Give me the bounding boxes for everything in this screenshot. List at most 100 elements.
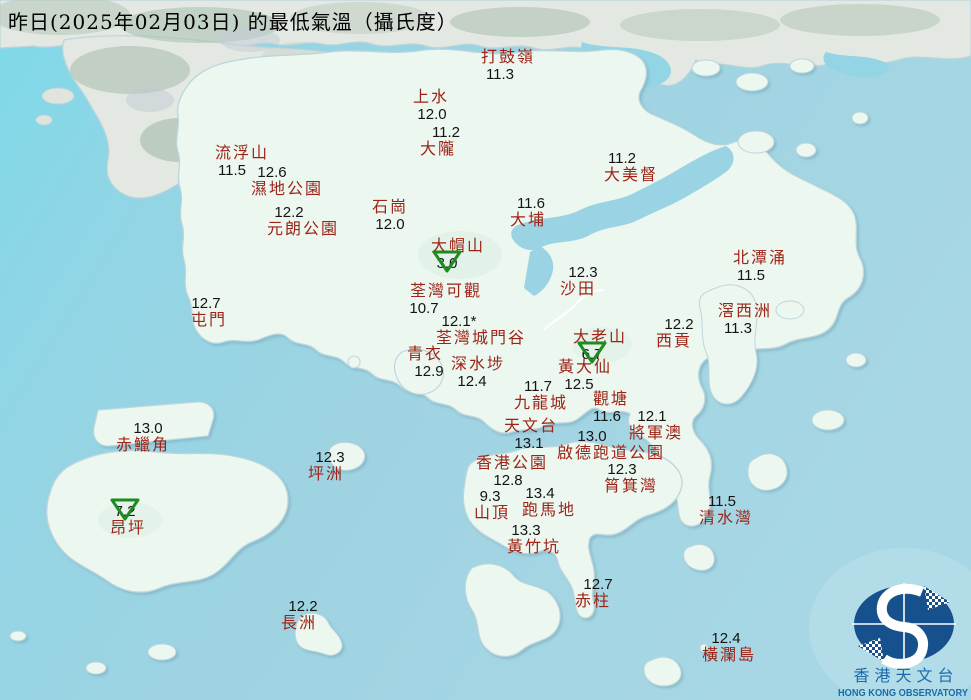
station: 荃灣可觀 10.7 (409, 281, 483, 317)
station-value: 12.7 (191, 295, 221, 312)
hko-logo-icon: 香港天文台 HONG KONG OBSERVATORY (838, 583, 968, 699)
station: 11.2 大隴 (419, 123, 460, 158)
station: 香港公園 12.8 (475, 453, 549, 489)
station-value: 13.0 (577, 428, 607, 445)
station-name-label: 大老山 (572, 327, 628, 346)
station: 11.5 清水灣 (699, 492, 753, 526)
station-value: 12.3 (315, 449, 345, 466)
hko-logo: 香港天文台 HONG KONG OBSERVATORY (836, 560, 971, 700)
station-name-label: 沙田 (559, 279, 597, 298)
station-name-label: 屯門 (190, 310, 228, 329)
map-title: 昨日(2025年02月03日) 的最低氣溫（攝氏度） (8, 10, 458, 34)
station: 11.7 九龍城 (514, 377, 568, 411)
station-value: 12.3 (568, 264, 598, 281)
station-value: 7.2 (114, 503, 136, 520)
station: 11.2 大美督 (604, 149, 658, 183)
station: 上水 12.0 (412, 87, 450, 123)
station-value: 11.6 (516, 195, 546, 212)
station: 12.2 長洲 (280, 597, 318, 632)
station-name-label: 九龍城 (513, 393, 569, 412)
station-name-label: 青衣 (406, 344, 444, 363)
station-value: 11.5 (707, 493, 737, 510)
station-value: 12.1 (637, 408, 667, 425)
station-name-label: 跑馬地 (521, 500, 577, 519)
station-value: 12.2 (288, 598, 318, 615)
station: 13.0 啟德跑道公園 (557, 427, 665, 461)
station-value: 11.7 (523, 378, 553, 395)
station: 13.4 跑馬地 (522, 484, 576, 518)
station-name-label: 荃灣城門谷 (435, 328, 527, 347)
logo-text-zh: 香港天文台 (853, 666, 958, 685)
station-value: 12.0 (375, 216, 405, 233)
station-value: 11.3 (485, 66, 515, 83)
station-value: 12.4 (457, 373, 487, 390)
station-value: 11.6 (592, 408, 622, 425)
station-value: 9.3 (479, 488, 501, 505)
station: 打鼓嶺 11.3 (480, 47, 536, 83)
station-name-label: 打鼓嶺 (480, 47, 536, 66)
station-value: 12.0 (417, 106, 447, 123)
station-name-label: 赤柱 (574, 591, 612, 610)
station-value: 3.0 (436, 255, 458, 272)
station-name-label: 清水灣 (698, 508, 754, 527)
station: 12.4 橫瀾島 (702, 629, 756, 663)
station-name-label: 深水埗 (450, 354, 506, 373)
station: 13.0 赤鱲角 (116, 419, 170, 453)
station: 觀塘 11.6 (592, 389, 630, 425)
station-name-label: 香港公園 (475, 453, 549, 472)
station-name-label: 赤鱲角 (115, 435, 171, 454)
station: 北潭涌 11.5 (733, 249, 787, 284)
logo-text-en: HONG KONG OBSERVATORY (838, 688, 968, 699)
station: 12.2 西貢 (655, 315, 694, 350)
station-value: 12.6 (257, 164, 287, 181)
station: 12.3 坪洲 (307, 448, 345, 483)
station: 深水埗 12.4 (450, 354, 506, 390)
station-name-label: 筲箕灣 (603, 476, 659, 495)
station-name-label: 大美督 (603, 165, 659, 184)
station-name-label: 荃灣可觀 (409, 281, 483, 300)
station: 12.1* 荃灣城門谷 (436, 312, 526, 346)
station-name-label: 滘西洲 (717, 301, 773, 320)
station-name-label: 長洲 (280, 613, 318, 632)
station-name-label: 大帽山 (430, 236, 486, 255)
weather-map: 昨日(2025年02月03日) 的最低氣溫（攝氏度） 打鼓嶺 11.3 上水 1… (0, 0, 971, 700)
station: 12.2 元朗公園 (267, 203, 339, 237)
station-value: 12.2 (274, 204, 304, 221)
station-value: 13.0 (133, 420, 163, 437)
station-value: 11.2 (607, 150, 637, 167)
station-name-label: 流浮山 (214, 143, 270, 162)
station: 青衣 12.9 (406, 344, 444, 380)
station: 12.6 濕地公園 (251, 163, 323, 197)
station-name-label: 大隴 (419, 139, 457, 158)
station-value: 12.4 (711, 630, 741, 647)
station-name-label: 昂坪 (109, 518, 147, 537)
station-name-label: 西貢 (655, 331, 693, 350)
station-name-label: 觀塘 (592, 389, 630, 408)
station: 7.2 昂坪 (109, 498, 147, 537)
station-name-label: 上水 (412, 87, 450, 106)
station-name-label: 黃大仙 (557, 357, 613, 376)
station-value: 12.1* (441, 313, 477, 330)
station-name-label: 黃竹坑 (506, 537, 562, 556)
station-name-label: 坪洲 (307, 464, 345, 483)
station: 13.3 黃竹坑 (507, 521, 561, 555)
station-name-label: 大埔 (509, 210, 547, 229)
station-value: 11.3 (723, 320, 753, 337)
station-value: 12.9 (414, 363, 444, 380)
station-name-label: 橫瀾島 (701, 645, 757, 664)
station-value: 12.5 (564, 376, 594, 393)
station-value: 12.3 (607, 461, 637, 478)
station: 大帽山 3.0 (430, 236, 486, 273)
station: 石崗 12.0 (371, 197, 409, 233)
station-name-label: 石崗 (371, 197, 409, 216)
station: 12.7 赤柱 (574, 575, 613, 610)
station-name-label: 濕地公園 (250, 179, 324, 198)
station-value: 13.3 (511, 522, 541, 539)
station: 12.3 筲箕灣 (604, 460, 658, 494)
station-value: 11.2 (431, 124, 461, 141)
station: 12.3 沙田 (559, 263, 598, 298)
station-value: 12.7 (583, 576, 613, 593)
stations-layer: 打鼓嶺 11.3 上水 12.0 11.2 大隴 流浮山 11.5 12.6 濕… (0, 0, 971, 700)
station: 9.3 山頂 (474, 487, 510, 521)
station-value: 12.2 (664, 316, 694, 333)
